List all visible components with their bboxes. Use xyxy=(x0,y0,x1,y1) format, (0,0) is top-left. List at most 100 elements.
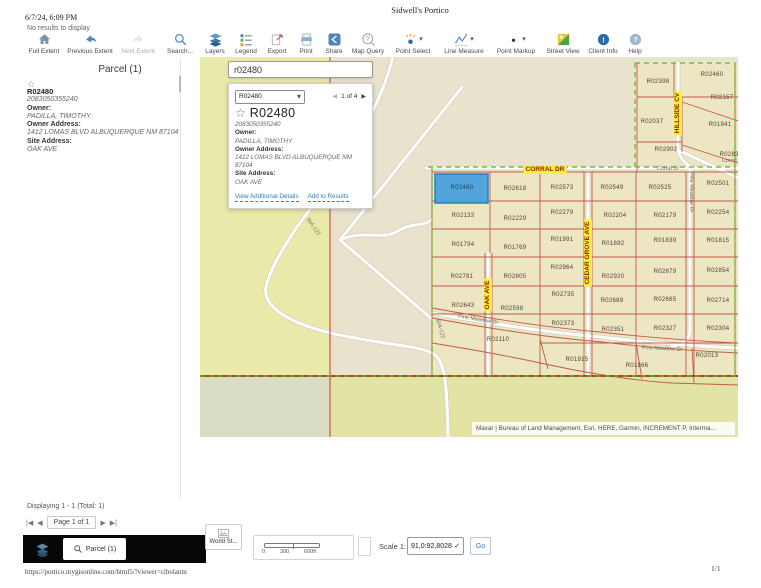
toolbar-help-button[interactable]: ?Help xyxy=(623,31,647,55)
parcel-label-R01941[interactable]: R01941 xyxy=(709,122,732,128)
tab-parcel-results[interactable]: Parcel (1) xyxy=(63,538,126,560)
street-view-icon xyxy=(556,31,571,47)
first-page-button[interactable]: |◀ xyxy=(26,519,33,527)
chevron-down-icon[interactable]: ▾ xyxy=(419,35,423,43)
parcel-label-R02549[interactable]: R02549 xyxy=(601,185,624,191)
parcel-label-R02229[interactable]: R02229 xyxy=(504,216,527,222)
parcel-label-R01915[interactable]: R01915 xyxy=(566,357,589,363)
parcel-label-R02110[interactable]: R02110 xyxy=(487,337,509,343)
toolbar-share-button[interactable]: Share xyxy=(321,31,347,55)
point-select-icon: ▾ xyxy=(403,31,423,47)
parcel-label-R02735[interactable]: R02735 xyxy=(552,292,575,298)
parcel-label-R01892[interactable]: R01892 xyxy=(602,241,625,247)
chevron-down-icon[interactable]: ▾ xyxy=(470,35,474,43)
print-icon xyxy=(299,31,314,47)
parcel-label-R02204[interactable]: R02204 xyxy=(604,213,627,219)
result-pagination: 1 of 4 xyxy=(341,93,357,101)
parcel-label-R02618[interactable]: R02618 xyxy=(504,186,527,192)
toolbar-export-button[interactable]: Export xyxy=(263,31,291,55)
share-icon xyxy=(327,31,342,47)
parcel-label-R01991[interactable]: R01991 xyxy=(551,237,574,243)
page-title: Sidwell's Portico xyxy=(360,5,480,15)
parcel-label-R02573[interactable]: R02573 xyxy=(551,185,574,191)
next-result-button[interactable]: ▶ xyxy=(361,93,366,101)
parcel-label-R02501[interactable]: R02501 xyxy=(707,181,730,187)
toolbar-button-label: Search... xyxy=(167,48,193,55)
parcel-label-R01815[interactable]: R01815 xyxy=(707,238,730,244)
parcel-label-R02327[interactable]: R02327 xyxy=(654,326,677,332)
parcel-label-R01866[interactable]: R01866 xyxy=(626,363,649,369)
toolbar-point-select-button[interactable]: ▾Point Select xyxy=(389,31,437,55)
parcel-label-R02525[interactable]: R02525 xyxy=(649,185,672,191)
toolbar-button-label: Previous Extent xyxy=(67,48,113,55)
parcel-label-R02805[interactable]: R02805 xyxy=(504,274,527,280)
line-measure-icon: ▾ xyxy=(454,31,474,47)
toolbar-previous-extent-button[interactable]: Previous Extent xyxy=(65,31,115,55)
prev-page-button[interactable]: ◀ xyxy=(37,519,42,527)
toolbar-print-button[interactable]: Print xyxy=(293,31,319,55)
parcel-label-R02714[interactable]: R02714 xyxy=(707,298,730,304)
parcel-label-R02689[interactable]: R02689 xyxy=(601,298,624,304)
result-select[interactable]: R02480 ▾ xyxy=(235,90,305,104)
parcel-id: R02480 xyxy=(27,88,179,96)
owner-value: PADILLA, TIMOTHY xyxy=(27,113,179,121)
previous-extent-icon xyxy=(83,31,98,47)
scale-tick-600ft: 600ft xyxy=(304,549,316,555)
parcel-label-R02902[interactable]: R02902 xyxy=(655,147,678,153)
parcel-label-R01769[interactable]: R01769 xyxy=(504,245,527,251)
layers-tab-icon[interactable] xyxy=(35,542,50,557)
toolbar-legend-button[interactable]: Legend xyxy=(231,31,261,55)
map-query-icon: ? xyxy=(361,31,376,47)
next-page-button[interactable]: ▶ xyxy=(100,519,105,527)
parcel-label-R02920[interactable]: R02920 xyxy=(602,274,625,280)
parcel-label-R02665[interactable]: R02665 xyxy=(654,297,677,303)
parcel-label-R02879[interactable]: R02879 xyxy=(654,269,677,275)
last-page-button[interactable]: ▶| xyxy=(110,519,117,527)
parcel-label-R01794[interactable]: R01794 xyxy=(452,242,475,248)
toolbar-layers-button[interactable]: Layers xyxy=(201,31,229,55)
parcel-label-R02831[interactable]: R02831 xyxy=(720,152,738,158)
add-to-results-link[interactable]: Add to Results xyxy=(308,193,349,202)
toolbar-map-query-button[interactable]: ?Map Query xyxy=(349,31,387,55)
toolbar-point-markup-button[interactable]: ▾Point Markup xyxy=(491,31,541,55)
parcel-label-R02460[interactable]: R02460 xyxy=(701,72,724,78)
toolbar-search-button[interactable]: Search... xyxy=(161,31,199,55)
parcel-label-R02854[interactable]: R02854 xyxy=(707,268,730,274)
basemap-button[interactable]: World St... xyxy=(205,524,242,550)
sidebar-scrollbar[interactable] xyxy=(179,76,181,92)
toolbar-client-info-button[interactable]: !Client Info xyxy=(585,31,621,55)
map-search-input[interactable] xyxy=(228,61,373,78)
view-additional-details-link[interactable]: View Additional Details xyxy=(235,193,299,202)
parcel-label-R02157[interactable]: R02157 xyxy=(711,95,734,101)
favorite-star-icon[interactable]: ☆ xyxy=(235,109,246,117)
legend-icon xyxy=(239,31,254,47)
toolbar-line-measure-button[interactable]: ▾Line Measure xyxy=(439,31,489,55)
parcel-label-R02643[interactable]: R02643 xyxy=(452,303,475,309)
parcel-label-R02598[interactable]: R02598 xyxy=(501,306,524,312)
parcel-label-R02013[interactable]: R02013 xyxy=(696,353,719,359)
parcel-label-R02279[interactable]: R02279 xyxy=(551,210,574,216)
parcel-label-R02964[interactable]: R02964 xyxy=(551,265,574,271)
page-indicator: Page 1 of 1 xyxy=(47,516,97,529)
prev-result-button[interactable]: ◀ xyxy=(332,93,337,101)
chevron-down-icon[interactable]: ▾ xyxy=(522,35,526,43)
parcel-label-R02781[interactable]: R02781 xyxy=(451,274,474,280)
parcel-label-R02179[interactable]: R02179 xyxy=(654,213,677,219)
basemap-button-label: World St... xyxy=(210,539,238,545)
parcel-label-R02304[interactable]: R02304 xyxy=(707,326,730,332)
parcel-result-item[interactable]: ☆ R02480 2083050355240 Owner: PADILLA, T… xyxy=(27,80,179,154)
toolbar-full-extent-button[interactable]: Full Extent xyxy=(25,31,63,55)
parcel-label-R02254[interactable]: R02254 xyxy=(707,210,730,216)
parcel-label-R02351[interactable]: R02351 xyxy=(602,327,625,333)
print-footer-url: https://portico.mygisonline.com/html5/?v… xyxy=(25,568,187,576)
parcel-label-R02133[interactable]: R02133 xyxy=(452,213,475,219)
parcel-label-R02480[interactable]: R02480 xyxy=(451,185,474,191)
scale-select[interactable]: 91,0:92,8028 ✓ xyxy=(407,537,464,555)
parcel-label-R02373[interactable]: R02373 xyxy=(552,321,575,327)
toolbar-street-view-button[interactable]: Street View xyxy=(543,31,583,55)
go-button[interactable]: Go xyxy=(470,537,491,555)
parcel-label-R01839[interactable]: R01839 xyxy=(654,238,677,244)
toolbar-button-label: Map Query xyxy=(352,48,384,55)
parcel-label-R02398[interactable]: R02398 xyxy=(647,79,670,85)
parcel-label-R02037[interactable]: R02037 xyxy=(641,119,664,125)
